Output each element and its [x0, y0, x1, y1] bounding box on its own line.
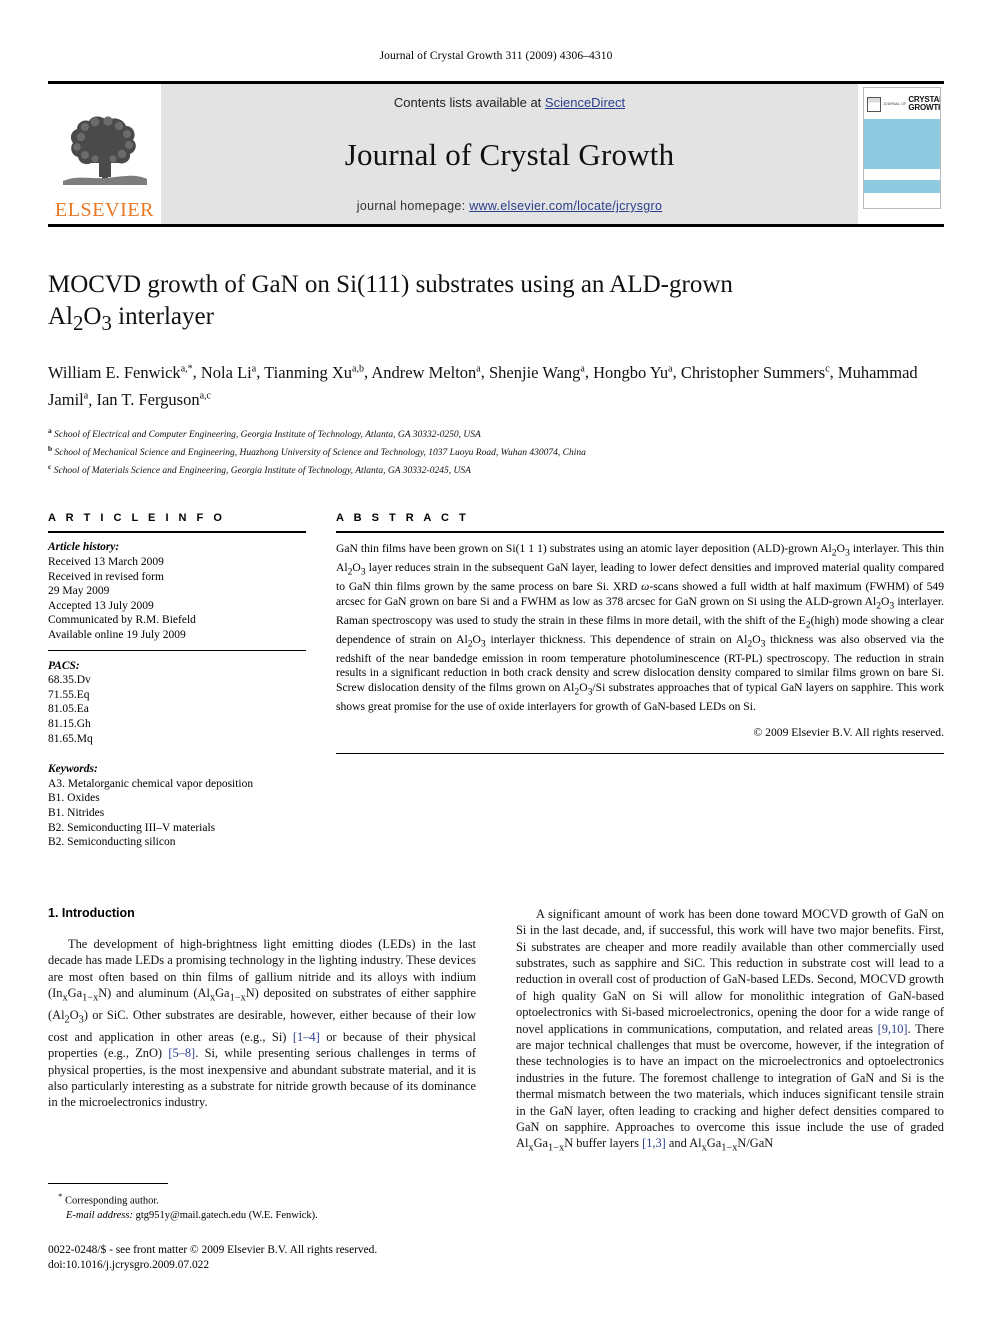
- keywords-label: Keywords:: [48, 763, 98, 776]
- abstract-rule-bottom: [336, 753, 944, 755]
- elsevier-tree-icon: [59, 107, 151, 198]
- author-affiliation-mark: a: [83, 390, 89, 402]
- author-name: William E. Fenwicka,*: [48, 362, 193, 382]
- article-history-line: Available online 19 July 2009: [48, 629, 186, 642]
- elsevier-logo: ELSEVIER: [48, 84, 161, 224]
- footnote-star: *: [58, 1191, 63, 1201]
- abstract-heading: A B S T R A C T: [336, 512, 470, 525]
- author-name: Andrew Meltona: [371, 362, 481, 382]
- body-column-right: A significant amount of work has been do…: [516, 906, 944, 1158]
- footnote-corresponding-label: Corresponding author.: [65, 1195, 159, 1207]
- author-email-link[interactable]: gtg951y@mail.gatech.edu (W.E. Fenwick).: [136, 1210, 318, 1221]
- cover-kicker: JOURNAL OF: [883, 102, 907, 106]
- author-affiliation-mark: a,*: [180, 363, 193, 374]
- author-name: Tianming Xua,b: [264, 362, 364, 382]
- journal-masthead: ELSEVIER Contents lists available at Sci…: [48, 81, 944, 227]
- abstract-column: A B S T R A C T GaN thin films have been…: [336, 512, 944, 849]
- title-block: MOCVD growth of GaN on Si(111) substrate…: [48, 269, 944, 478]
- article-history-line: Received 13 March 2009: [48, 556, 164, 569]
- cover-title: CRYSTAL GROWTH: [908, 95, 941, 113]
- article-title-line1: MOCVD growth of GaN on Si(111) substrate…: [48, 271, 733, 298]
- author-affiliation-mark: a,b: [352, 363, 364, 374]
- pacs-label: PACS:: [48, 659, 80, 672]
- contents-prefix: Contents lists available at: [393, 95, 542, 110]
- keyword: B1. Oxides: [48, 792, 100, 805]
- pacs-codes: 68.35.Dv 71.55.Eq 81.05.Ea 81.15.Gh 81.65.Mq: [48, 673, 306, 746]
- keyword: A3. Metalorganic chemical vapor depositi…: [48, 777, 254, 790]
- keyword: B2. Semiconducting III–V materials: [48, 821, 216, 834]
- article-history-line: Received in revised form: [48, 570, 164, 583]
- pacs-code: 81.15.Gh: [48, 718, 91, 730]
- elsevier-wordmark: ELSEVIER: [54, 199, 155, 221]
- author-affiliation-mark: a,c: [199, 390, 211, 402]
- footnote-corresponding-line: * Corresponding author.: [58, 1189, 476, 1209]
- journal-homepage-line: journal homepage: www.elsevier.com/locat…: [357, 199, 662, 213]
- abstract-text: GaN thin films have been grown on Si(1 1…: [336, 542, 945, 713]
- article-title: MOCVD growth of GaN on Si(111) substrate…: [48, 269, 828, 339]
- cover-footer-band: [864, 180, 940, 193]
- article-history-line: Communicated by R.M. Biefeld: [48, 614, 196, 627]
- section-heading-introduction: 1. Introduction: [48, 905, 135, 920]
- author-name: Christopher Summersc: [680, 362, 830, 382]
- pacs-block: PACS: 68.35.Dv 71.55.Eq 81.05.Ea 81.15.Gh 81…: [48, 651, 306, 747]
- homepage-prefix: journal homepage:: [356, 199, 466, 213]
- article-title-line2: Al2O3 interlayer: [48, 303, 214, 335]
- intro-paragraph-right: A significant amount of work has been do…: [516, 906, 944, 1154]
- affiliation: a School of Electrical and Computer Engi…: [48, 426, 481, 441]
- pacs-code: 68.35.Dv: [48, 674, 91, 687]
- article-history-line: 29 May 2009: [48, 585, 110, 598]
- article-first-page: Journal of Crystal Growth 311 (2009) 430…: [0, 0, 992, 1323]
- issn-doi-block: 0022-0248/$ - see front matter © 2009 El…: [48, 1243, 608, 1273]
- cover-spacer: [864, 170, 940, 180]
- pacs-code: 81.65.Mq: [48, 732, 93, 745]
- author-name: Hongbo Yua: [593, 362, 673, 382]
- running-head: Journal of Crystal Growth 311 (2009) 430…: [379, 50, 613, 62]
- affiliation: b School of Mechanical Science and Engin…: [48, 444, 586, 459]
- journal-title: Journal of Crystal Growth: [344, 136, 675, 172]
- issn-line: 0022-0248/$ - see front matter © 2009 El…: [48, 1244, 378, 1256]
- sciencedirect-link[interactable]: ScienceDirect: [545, 95, 625, 110]
- article-info-heading: A R T I C L E I N F O: [48, 512, 226, 525]
- affiliation: c School of Materials Science and Engine…: [48, 462, 471, 477]
- info-abstract-region: A R T I C L E I N F O Article history: R…: [48, 512, 944, 849]
- footnote-email-line: E-mail address: gtg951y@mail.gatech.edu …: [58, 1209, 476, 1223]
- pacs-code: 71.55.Eq: [48, 688, 90, 701]
- journal-cover-thumbnail: JOURNAL OF CRYSTAL GROWTH: [858, 84, 944, 224]
- journal-homepage-link[interactable]: www.elsevier.com/locate/jcrysgro: [469, 199, 662, 213]
- article-history-lines: Received 13 March 2009 Received in revise…: [48, 555, 306, 643]
- article-info-column: A R T I C L E I N F O Article history: R…: [48, 512, 306, 849]
- author-name: Nola Lia: [200, 362, 257, 382]
- intro-paragraph-left: The development of high-brightness light…: [48, 936, 476, 1110]
- keyword: B1. Nitrides: [48, 806, 105, 819]
- article-history-line: Accepted 13 July 2009: [48, 599, 154, 612]
- footnote-text: * Corresponding author. E-mail address: …: [48, 1189, 476, 1223]
- cover-title-line2: GROWTH: [908, 103, 941, 112]
- author-affiliation-mark: a: [476, 363, 481, 374]
- author-list: William E. Fenwicka,*, Nola Lia, Tianmin…: [48, 362, 918, 410]
- affiliation-list: a School of Electrical and Computer Engi…: [48, 424, 944, 478]
- footnote-rule: [48, 1183, 168, 1184]
- article-history-block: Article history: Received 13 March 2009 R…: [48, 533, 306, 649]
- corresponding-author-footnote: * Corresponding author. E-mail address: …: [48, 1183, 476, 1223]
- author-name: Shenjie Wanga: [489, 362, 585, 382]
- abstract-copyright: © 2009 Elsevier B.V. All rights reserved…: [753, 726, 944, 740]
- keyword-lines: A3. Metalorganic chemical vapor depositi…: [48, 777, 306, 850]
- contents-available-line: Contents lists available at ScienceDirec…: [394, 95, 625, 110]
- author-affiliation-mark: a: [668, 363, 673, 374]
- author-affiliation-mark: c: [825, 363, 830, 374]
- body-columns: 1. Introduction The development of high-…: [48, 906, 944, 1158]
- pacs-code: 81.05.Ea: [48, 703, 89, 716]
- cover-emblem-icon: [867, 96, 881, 112]
- body-column-left: 1. Introduction The development of high-…: [48, 906, 476, 1158]
- author-affiliation-mark: a: [251, 363, 257, 374]
- author-affiliation-mark: a: [580, 363, 585, 374]
- email-address-label: E-mail address:: [66, 1209, 133, 1221]
- keywords-block: Keywords: A3. Metalorganic chemical vapo…: [48, 746, 306, 850]
- cover-image-band: [864, 118, 940, 170]
- doi-line: doi:10.1016/j.jcrysgro.2009.07.022: [48, 1259, 210, 1271]
- author-name: Ian T. Fergusona,c: [96, 390, 211, 409]
- keyword: B2. Semiconducting silicon: [48, 836, 176, 849]
- article-history-label: Article history:: [48, 541, 120, 554]
- masthead-center: Contents lists available at ScienceDirec…: [161, 84, 858, 224]
